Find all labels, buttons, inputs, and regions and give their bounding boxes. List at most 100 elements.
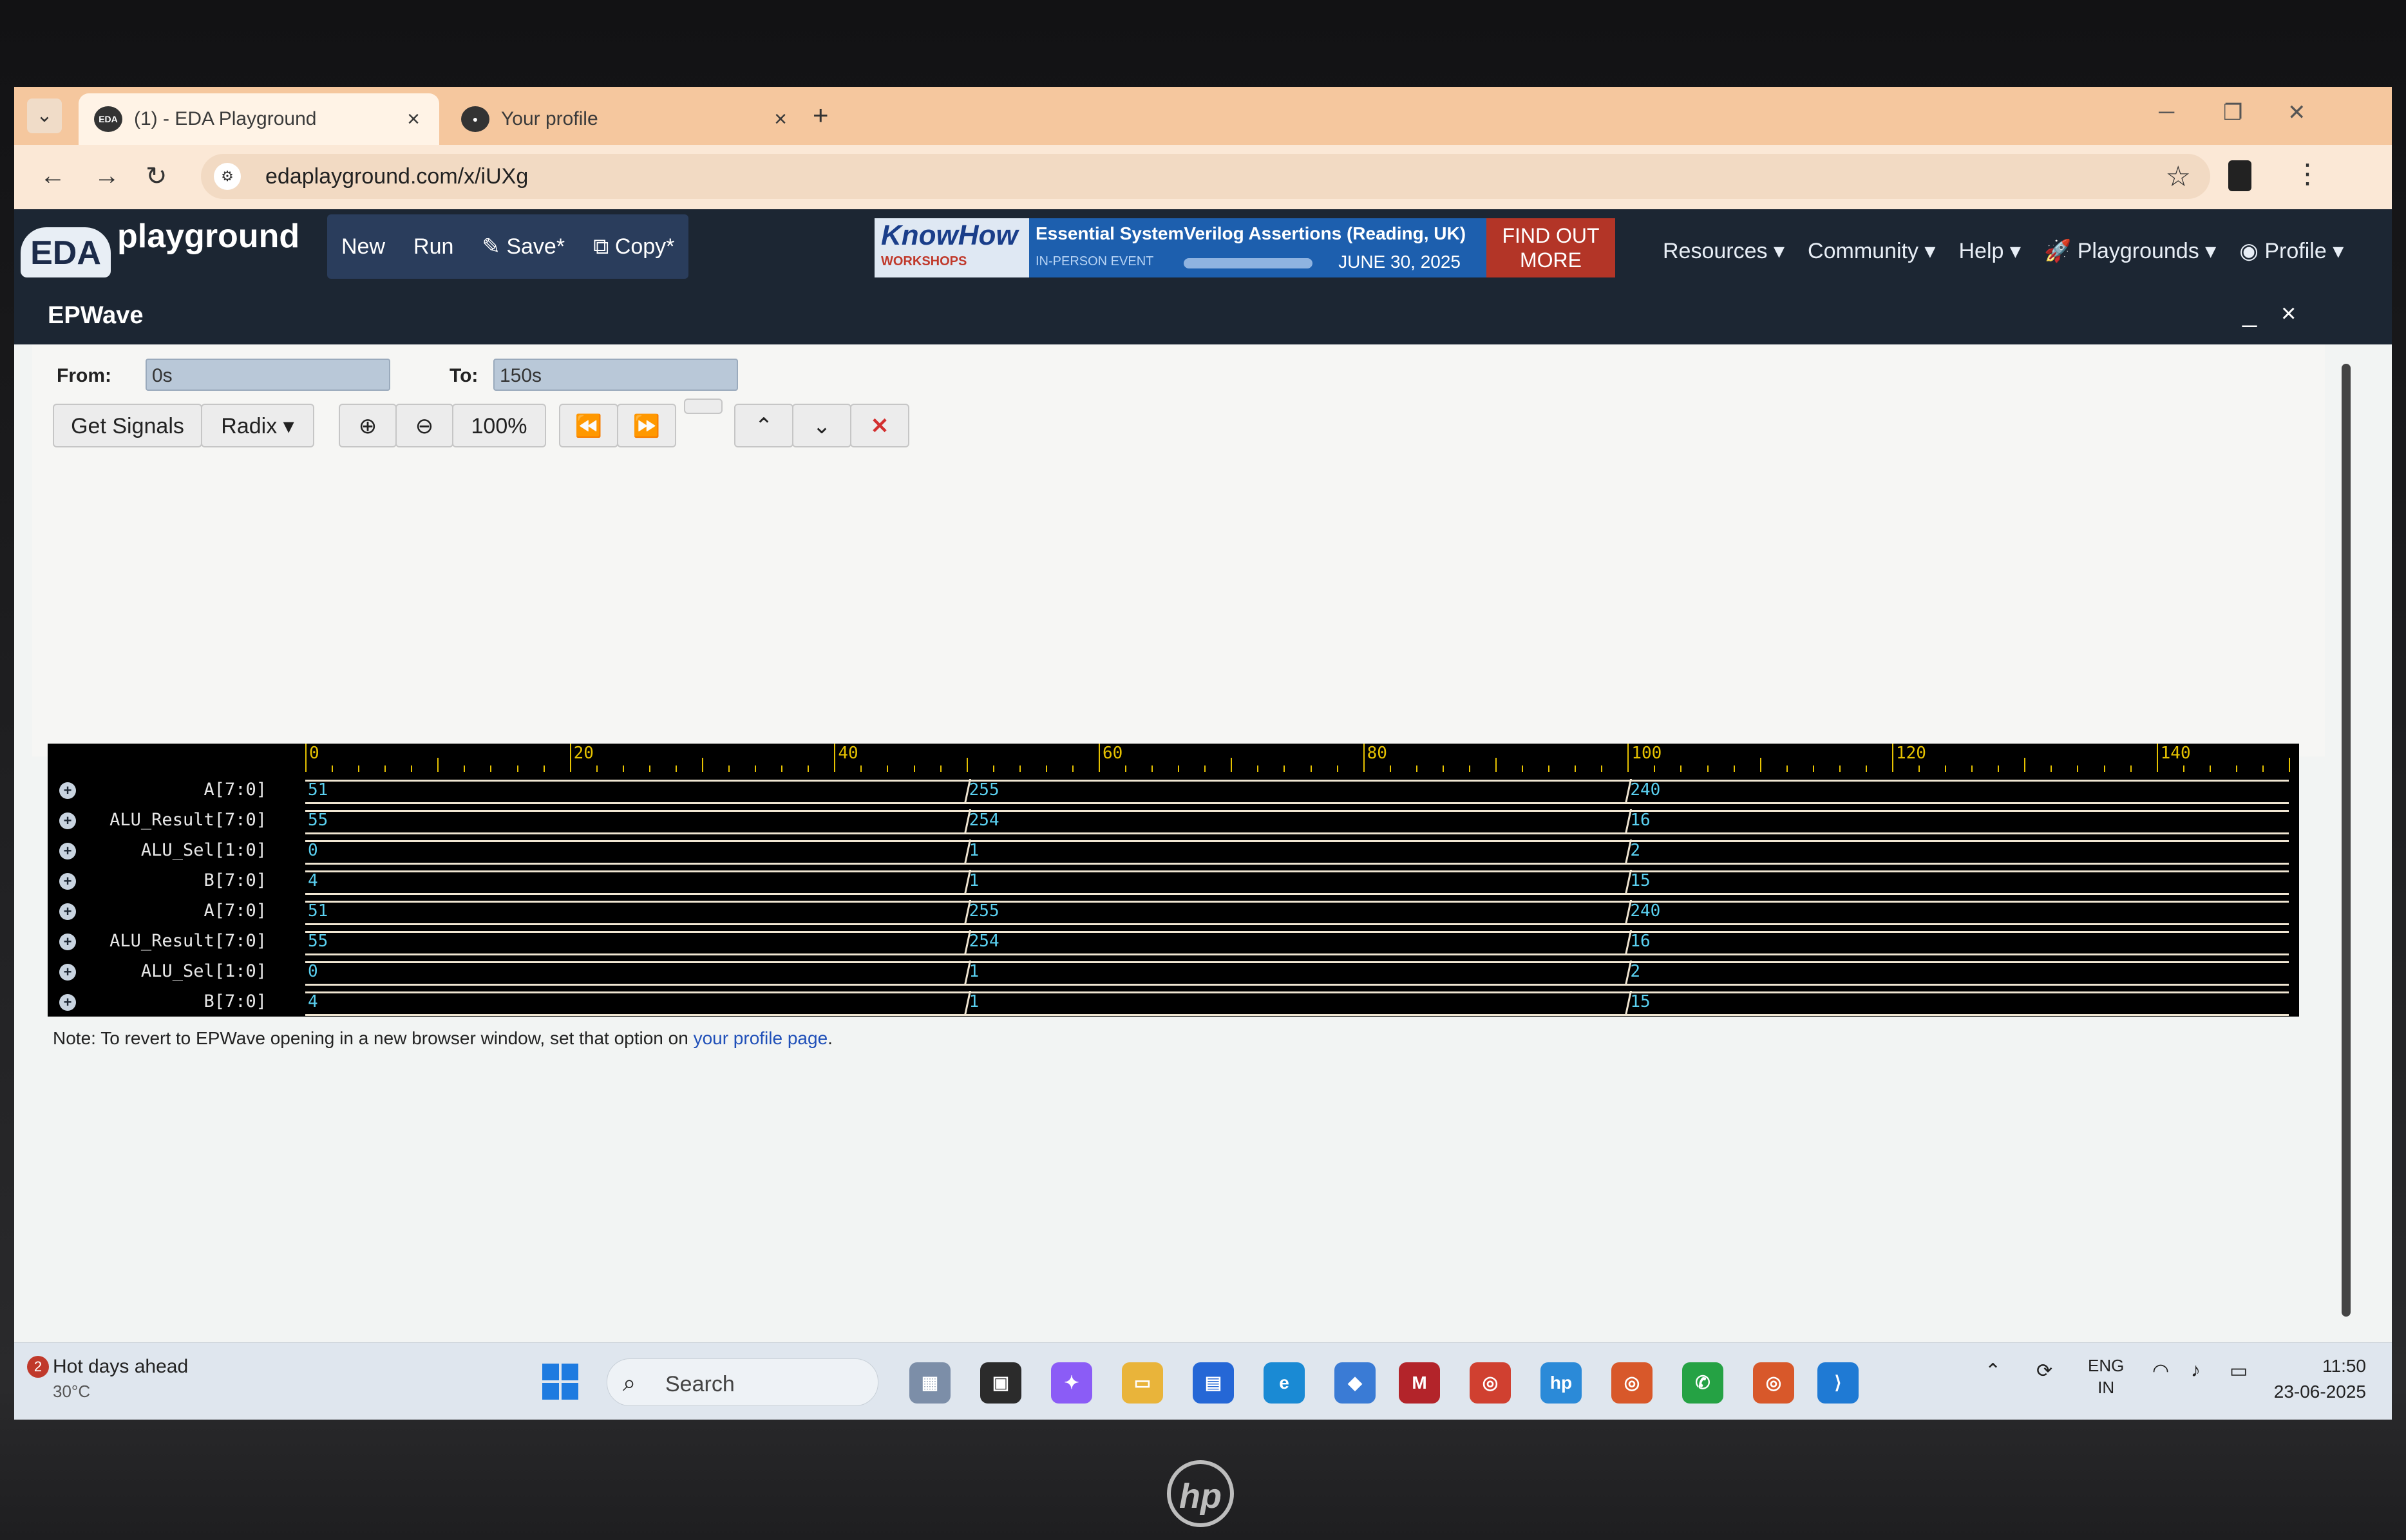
move-down-icon[interactable]: ⌄	[792, 404, 851, 447]
profile-page-link[interactable]: your profile page	[694, 1028, 828, 1048]
signal-row[interactable]: + B[7:0] 4 1 15	[48, 865, 2299, 896]
ruler-minor-tick	[1812, 765, 1814, 772]
signal-name[interactable]: B[7:0]	[48, 986, 267, 1017]
new-button[interactable]: New	[327, 214, 399, 279]
window-close-icon[interactable]: ✕	[2288, 100, 2306, 126]
reload-icon[interactable]: ↻	[146, 162, 167, 191]
ruler-minor-tick	[1336, 765, 1338, 772]
chrome-profile-icon[interactable]: ◎	[1611, 1362, 1653, 1404]
task-view-icon[interactable]: ▣	[980, 1362, 1021, 1404]
signal-row[interactable]: + A[7:0] 51 255 240	[48, 775, 2299, 805]
url-input[interactable]: ⚙ edaplayground.com/x/iUXg ☆	[201, 154, 2210, 199]
from-input[interactable]: 0s	[146, 359, 390, 391]
site-info-icon[interactable]: ⚙	[214, 163, 241, 190]
move-up-icon[interactable]: ⌃	[734, 404, 793, 447]
help-menu[interactable]: Help ▾	[1958, 238, 2020, 264]
tray-chevron-icon[interactable]: ⌃	[1985, 1360, 2001, 1382]
from-label: From:	[57, 365, 111, 386]
signal-name[interactable]: ALU_Result[7:0]	[48, 926, 267, 957]
scroll-thumb[interactable]	[2342, 364, 2351, 1317]
volume-icon[interactable]: ♪	[2191, 1360, 2201, 1382]
signal-row[interactable]: + ALU_Result[7:0] 55 254 16	[48, 926, 2299, 957]
zoom-in-icon[interactable]: ⊕	[339, 404, 397, 447]
app-icon[interactable]: ◆	[1334, 1362, 1376, 1404]
myhp-icon[interactable]: hp	[1540, 1362, 1582, 1404]
signal-bus: 51 255 240	[305, 779, 2289, 804]
lang-primary: ENG	[2088, 1356, 2125, 1375]
minimize-icon[interactable]: ─	[2159, 100, 2174, 125]
signal-row[interactable]: + ALU_Result[7:0] 55 254 16	[48, 805, 2299, 836]
widgets-icon[interactable]: ▦	[909, 1362, 951, 1404]
tab-title: Your profile	[501, 108, 598, 129]
windows-start-icon[interactable]	[542, 1364, 578, 1400]
bookmark-star-icon[interactable]: ☆	[2166, 160, 2191, 193]
extension-icon[interactable]	[2228, 160, 2251, 191]
blank-button[interactable]	[684, 399, 723, 414]
signal-name[interactable]: ALU_Result[7:0]	[48, 805, 267, 836]
epwave-minimize-icon[interactable]: _	[2242, 299, 2257, 328]
ad-banner[interactable]: KnowHow WORKSHOPS Essential SystemVerilo…	[875, 218, 1615, 277]
fast-forward-icon[interactable]: ⏩	[617, 404, 676, 447]
run-button[interactable]: Run	[399, 214, 468, 279]
signal-bus: 55 254 16	[305, 930, 2289, 955]
tab-search-icon[interactable]: ⌄	[27, 99, 62, 133]
signal-name[interactable]: ALU_Sel[1:0]	[48, 835, 267, 866]
signal-row[interactable]: + ALU_Sel[1:0] 0 1 2	[48, 956, 2299, 987]
signal-row[interactable]: + B[7:0] 4 1 15	[48, 986, 2299, 1017]
ad-cta-button[interactable]: FIND OUT MORE	[1486, 218, 1615, 277]
language-indicator[interactable]: ENG IN	[2088, 1355, 2124, 1398]
vscode-icon[interactable]: ⟩	[1817, 1362, 1859, 1404]
signal-value: 15	[1630, 992, 1651, 1011]
chrome-icon[interactable]: ◎	[1470, 1362, 1511, 1404]
resources-menu[interactable]: Resources ▾	[1663, 238, 1785, 264]
copy-button[interactable]: ⧉ Copy*	[579, 214, 688, 279]
save-button[interactable]: ✎ Save*	[468, 214, 579, 279]
eda-logo[interactable]: EDA playground	[21, 213, 299, 284]
store-icon[interactable]: ▤	[1193, 1362, 1234, 1404]
waveform-viewer[interactable]: 0 20 40 60 80 100 120 140 + A[7:0] 51 255 240 + ALU_R…	[48, 744, 2299, 1017]
radix-dropdown[interactable]: Radix ▾	[201, 404, 314, 447]
edge-icon[interactable]: e	[1264, 1362, 1305, 1404]
signal-name[interactable]: A[7:0]	[48, 896, 267, 926]
get-signals-button[interactable]: Get Signals	[53, 404, 202, 447]
rewind-icon[interactable]: ⏪	[559, 404, 618, 447]
battery-icon[interactable]: ▭	[2230, 1360, 2248, 1382]
signal-row[interactable]: + ALU_Sel[1:0] 0 1 2	[48, 835, 2299, 866]
system-clock[interactable]: 11:50 23-06-2025	[2274, 1353, 2366, 1405]
zoom-out-icon[interactable]: ⊖	[395, 404, 453, 447]
signal-name[interactable]: B[7:0]	[48, 865, 267, 896]
ruler-minor-tick	[2235, 765, 2237, 772]
signal-name[interactable]: ALU_Sel[1:0]	[48, 956, 267, 987]
new-tab-icon[interactable]: +	[813, 100, 829, 131]
tab-your-profile[interactable]: ● Your profile ×	[446, 93, 806, 145]
playgrounds-menu[interactable]: 🚀 Playgrounds ▾	[2044, 238, 2216, 264]
page-scrollbar[interactable]	[2339, 344, 2353, 1336]
back-icon[interactable]: ←	[40, 162, 66, 191]
profile-menu[interactable]: ◉ Profile ▾	[2239, 238, 2344, 264]
tab-eda-playground[interactable]: EDA (1) - EDA Playground ×	[79, 93, 439, 145]
mcafee-icon[interactable]: M	[1399, 1362, 1440, 1404]
signal-name[interactable]: A[7:0]	[48, 775, 267, 805]
signal-row[interactable]: + A[7:0] 51 255 240	[48, 896, 2299, 926]
forward-icon[interactable]: →	[94, 162, 120, 191]
community-menu[interactable]: Community ▾	[1808, 238, 1935, 264]
close-icon[interactable]: ×	[768, 107, 793, 132]
whatsapp-icon[interactable]: ✆	[1682, 1362, 1723, 1404]
weather-widget[interactable]: 2 Hot days ahead 30°C	[27, 1356, 188, 1402]
file-explorer-icon[interactable]: ▭	[1122, 1362, 1163, 1404]
wifi-icon[interactable]: ◠	[2152, 1360, 2169, 1382]
to-input[interactable]: 150s	[493, 359, 738, 391]
zoom-level[interactable]: 100%	[452, 404, 546, 447]
ruler-minor-tick	[332, 765, 334, 772]
taskbar-search[interactable]: ⌕ Search	[607, 1358, 878, 1406]
epwave-close-icon[interactable]: ×	[2281, 299, 2296, 328]
menu-kebab-icon[interactable]: ⋮	[2294, 158, 2321, 189]
ruler-minor-tick	[860, 765, 862, 772]
signal-value: 1	[969, 871, 980, 890]
sync-icon[interactable]: ⟳	[2036, 1360, 2052, 1382]
chrome-profile-2-icon[interactable]: ◎	[1753, 1362, 1794, 1404]
restore-icon[interactable]: ❐	[2223, 100, 2242, 126]
remove-signal-icon[interactable]: ✕	[850, 404, 909, 447]
copilot-icon[interactable]: ✦	[1051, 1362, 1092, 1404]
close-icon[interactable]: ×	[401, 107, 426, 132]
